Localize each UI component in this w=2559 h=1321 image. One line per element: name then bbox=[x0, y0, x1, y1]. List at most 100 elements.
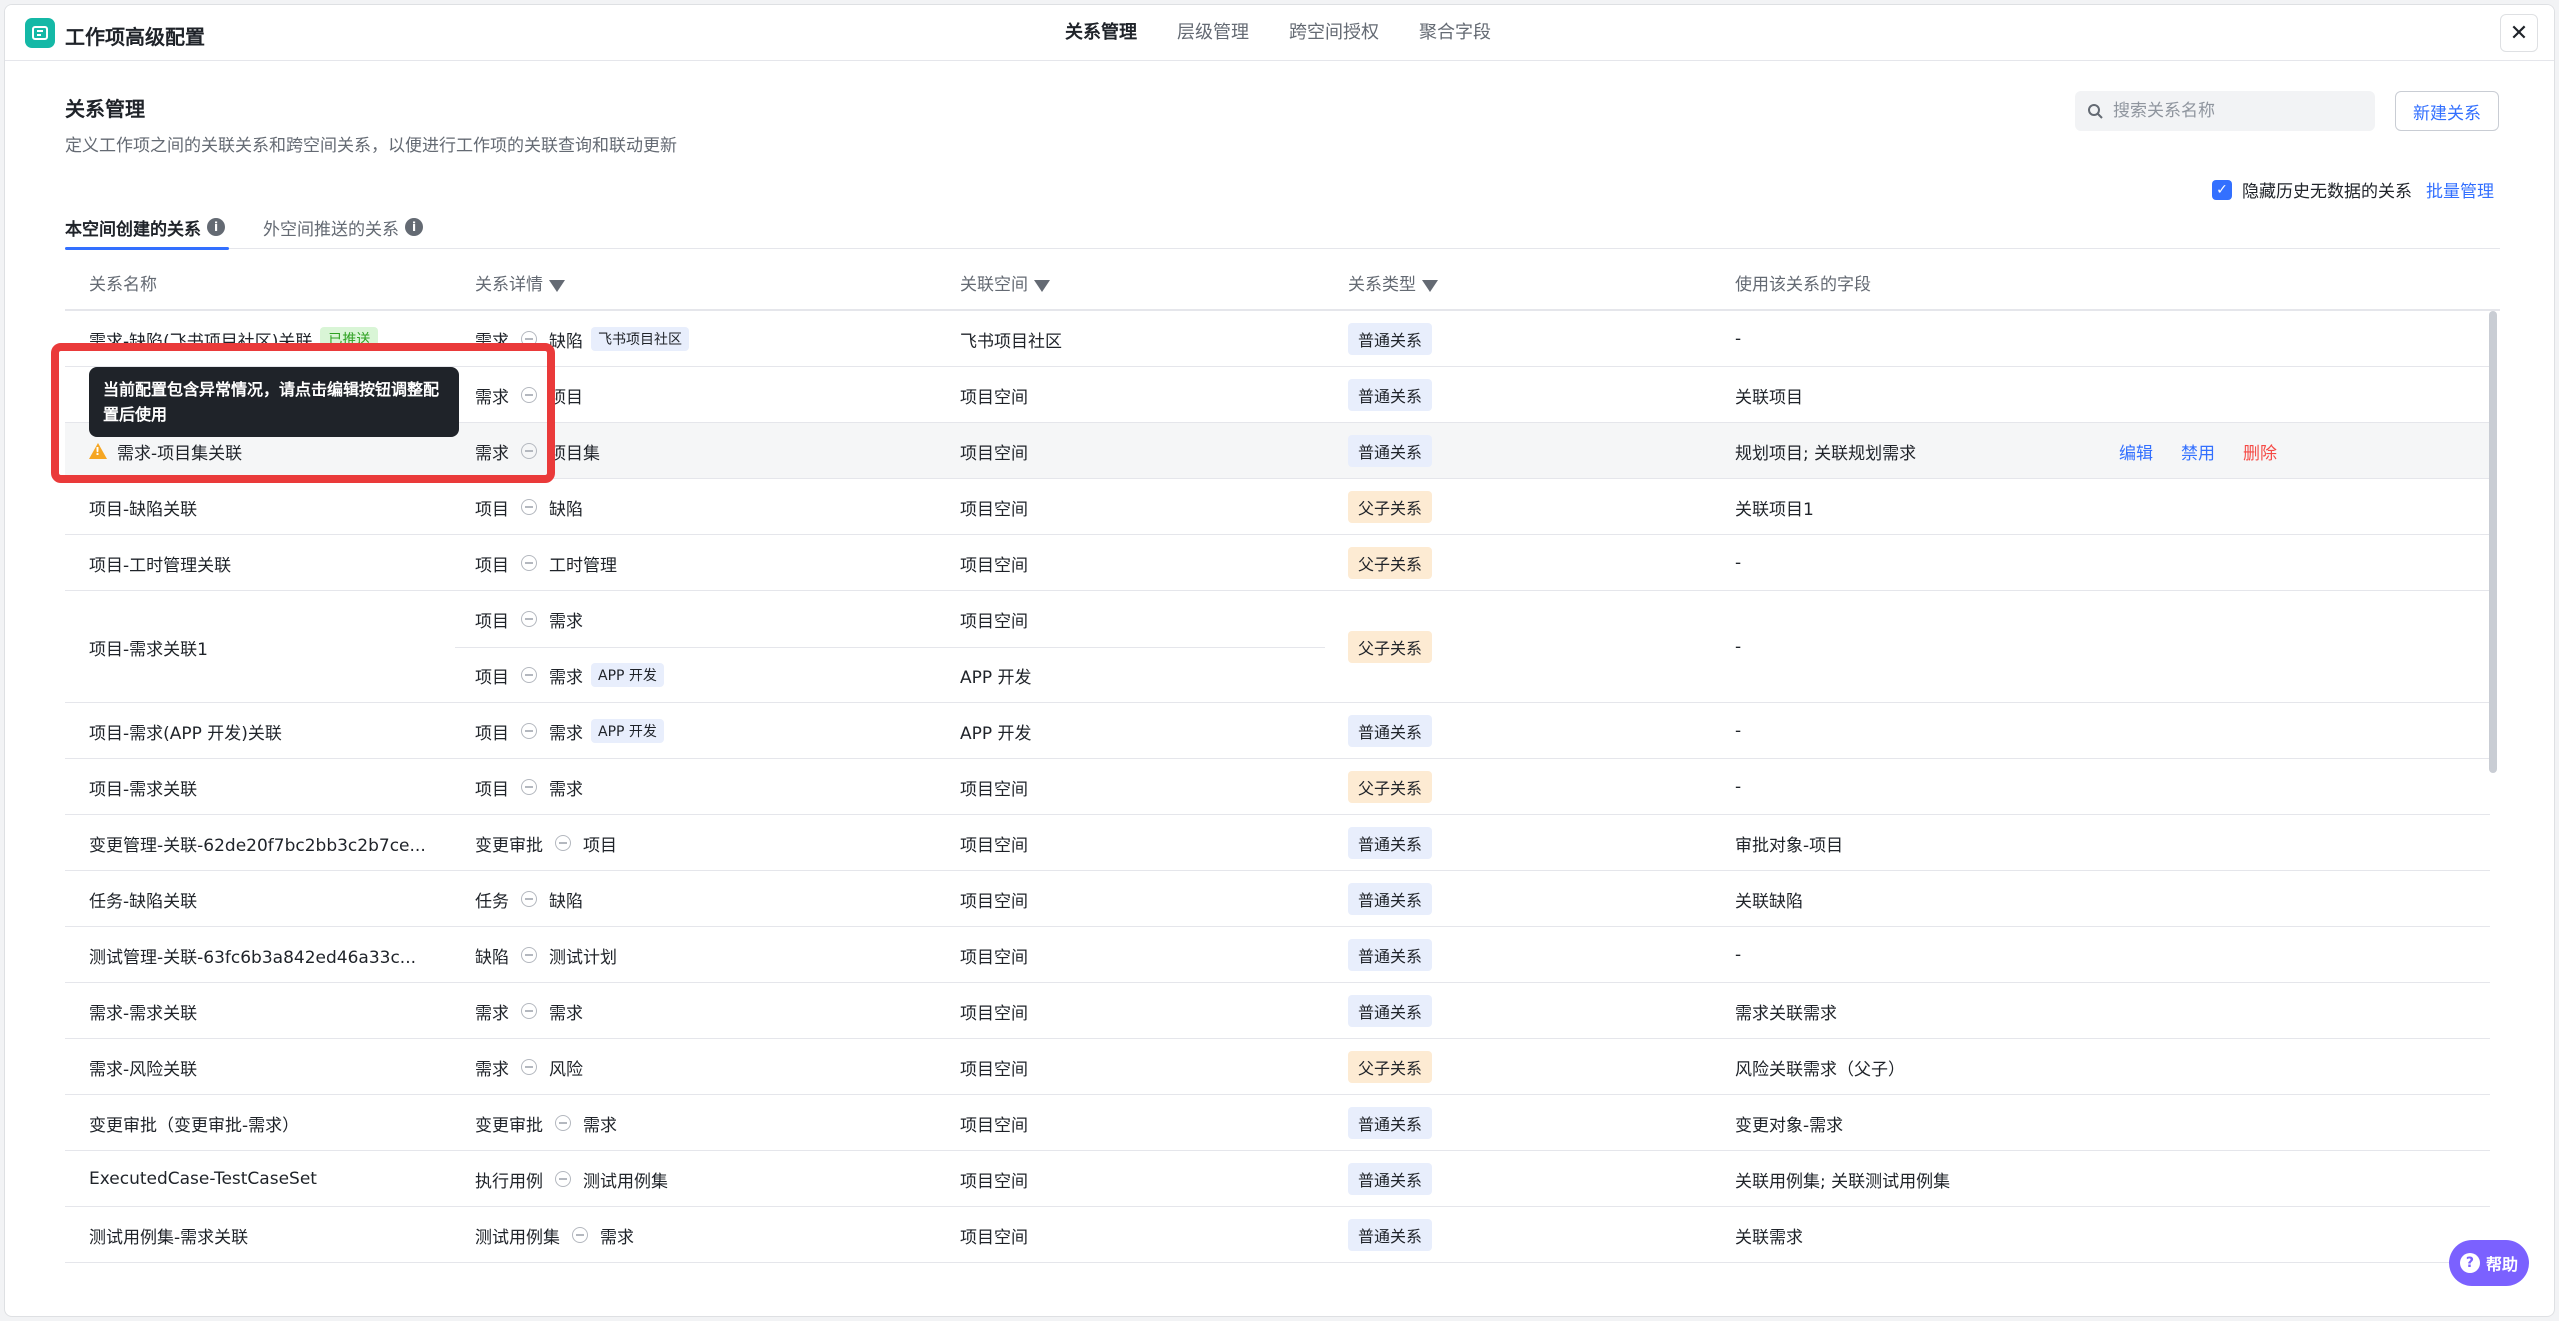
filter-icon[interactable] bbox=[549, 280, 565, 292]
space-tag: 飞书项目社区 bbox=[591, 327, 689, 351]
relation-type-badge: 普通关系 bbox=[1348, 323, 1433, 355]
batch-manage-link[interactable]: 批量管理 bbox=[2426, 177, 2494, 202]
table-row[interactable]: 变更管理-关联-62de20f7bc2bb3c2b7ce... 变更审批 项目 项目空… bbox=[65, 815, 2490, 871]
used-fields: 规划项目; 关联规划需求 bbox=[1735, 443, 1917, 464]
table-row[interactable]: 项目-需求关联 项目 需求 项目空间 父子关系 - bbox=[65, 759, 2490, 815]
top-bar: 工作项高级配置 关系管理 层级管理 跨空间授权 聚合字段 ✕ bbox=[5, 5, 2554, 61]
used-fields: 关联用例集; 关联测试用例集 bbox=[1735, 1171, 1951, 1192]
link-icon bbox=[521, 331, 537, 347]
relation-type-badge: 普通关系 bbox=[1348, 827, 1433, 859]
help-icon: ? bbox=[2459, 1253, 2480, 1273]
table-row[interactable]: 需求-需求关联 需求 需求 项目空间 普通关系 需求关联需求 bbox=[65, 983, 2490, 1039]
relation-detail: 需求 风险 bbox=[475, 1039, 945, 1095]
relation-type: 父子关系 bbox=[1348, 535, 1708, 591]
relation-type-badge: 父子关系 bbox=[1348, 631, 1433, 663]
related-space: 项目空间 bbox=[960, 1003, 1028, 1024]
used-fields: - bbox=[1735, 553, 1742, 573]
link-icon bbox=[572, 1227, 588, 1243]
warning-icon bbox=[89, 443, 107, 459]
row-divider bbox=[455, 647, 1325, 648]
relation-name-text: 变更管理-关联-62de20f7bc2bb3c2b7ce... bbox=[89, 835, 426, 856]
relation-name: 项目-工时管理关联 bbox=[89, 535, 459, 591]
link-icon bbox=[521, 723, 537, 739]
relation-detail: 测试用例集 需求 bbox=[475, 1207, 945, 1263]
relation-type: 父子关系 bbox=[1348, 591, 1708, 703]
detail-from: 需求 bbox=[475, 1003, 509, 1024]
table-row[interactable]: 项目-缺陷关联 项目 缺陷 项目空间 父子关系 关联项目1 bbox=[65, 479, 2490, 535]
pushed-badge: 已推送 bbox=[320, 327, 379, 351]
relation-type-badge: 普通关系 bbox=[1348, 883, 1433, 915]
relation-type: 普通关系 bbox=[1348, 983, 1708, 1039]
table-row[interactable]: 项目-需求关联1 项目 需求 项目空间 项目 需求 APP 开发 APP 开发 父子关系 - bbox=[65, 591, 2490, 703]
relation-type: 普通关系 bbox=[1348, 703, 1708, 759]
tab-hierarchy-management[interactable]: 层级管理 bbox=[1177, 5, 1249, 61]
detail-from: 项目 bbox=[475, 499, 509, 520]
edit-button[interactable]: 编辑 bbox=[2119, 439, 2153, 464]
relation-detail: 执行用例 测试用例集 bbox=[475, 1151, 945, 1207]
table-row[interactable]: 变更审批（变更审批-需求） 变更审批 需求 项目空间 普通关系 变更对象-需求 bbox=[65, 1095, 2490, 1151]
search-input[interactable] bbox=[2113, 101, 2353, 121]
detail-to: 风险 bbox=[549, 1059, 583, 1080]
space-tag: APP 开发 bbox=[591, 719, 664, 743]
relation-type-badge: 父子关系 bbox=[1348, 1051, 1433, 1083]
relation-detail: 项目 需求 bbox=[475, 591, 945, 647]
relation-type: 普通关系 bbox=[1348, 1207, 1708, 1263]
relation-name-text: 需求-需求关联 bbox=[89, 1003, 198, 1024]
related-space: 项目空间 bbox=[960, 387, 1028, 408]
relation-name-text: 项目-需求关联 bbox=[89, 779, 198, 800]
tab-local-relations[interactable]: 本空间创建的关系 i bbox=[65, 205, 229, 250]
search-box[interactable] bbox=[2075, 91, 2375, 131]
relation-type: 普通关系 bbox=[1348, 815, 1708, 871]
relation-name: 变更管理-关联-62de20f7bc2bb3c2b7ce... bbox=[89, 815, 459, 871]
new-relation-button[interactable]: 新建关系 bbox=[2395, 91, 2499, 131]
hide-empty-checkbox[interactable]: ✓ bbox=[2212, 179, 2232, 200]
tab-external-relations[interactable]: 外空间推送的关系 i bbox=[263, 205, 427, 249]
related-space: 项目空间 bbox=[960, 443, 1028, 464]
tab-relation-management[interactable]: 关系管理 bbox=[1065, 5, 1137, 61]
table-row[interactable]: 任务-缺陷关联 任务 缺陷 项目空间 普通关系 关联缺陷 bbox=[65, 871, 2490, 927]
table-scrollbar[interactable] bbox=[2489, 311, 2497, 773]
detail-from: 项目 bbox=[475, 611, 509, 632]
filter-icon[interactable] bbox=[1034, 280, 1050, 292]
relation-type: 普通关系 bbox=[1348, 927, 1708, 983]
tab-aggregate-fields[interactable]: 聚合字段 bbox=[1419, 5, 1491, 61]
relation-detail: 项目 需求 APP 开发 bbox=[475, 703, 945, 759]
link-icon bbox=[521, 1059, 537, 1075]
relation-detail: 任务 缺陷 bbox=[475, 871, 945, 927]
detail-from: 项目 bbox=[475, 779, 509, 800]
relation-detail: 项目 需求 APP 开发 bbox=[475, 647, 945, 703]
table-row[interactable]: 需求-风险关联 需求 风险 项目空间 父子关系 风险关联需求（父子） bbox=[65, 1039, 2490, 1095]
close-button[interactable]: ✕ bbox=[2500, 14, 2538, 52]
info-icon[interactable]: i bbox=[405, 218, 423, 236]
help-button[interactable]: ? 帮助 bbox=[2449, 1240, 2529, 1286]
relation-type-badge: 普通关系 bbox=[1348, 995, 1433, 1027]
link-icon bbox=[521, 443, 537, 459]
filter-icon[interactable] bbox=[1422, 280, 1438, 292]
table-row[interactable]: 项目-需求(APP 开发)关联 项目 需求 APP 开发 APP 开发 普通关系 - bbox=[65, 703, 2490, 759]
relation-name: 需求-需求关联 bbox=[89, 983, 459, 1039]
table-row[interactable]: 测试用例集-需求关联 测试用例集 需求 项目空间 普通关系 关联需求 bbox=[65, 1207, 2490, 1263]
row-actions: 编辑 禁用 删除 bbox=[2119, 423, 2319, 479]
table-row[interactable]: ExecutedCase-TestCaseSet 执行用例 测试用例集 项目空间 普通关… bbox=[65, 1151, 2490, 1207]
table-row[interactable]: 项目-工时管理关联 项目 工时管理 项目空间 父子关系 - bbox=[65, 535, 2490, 591]
table-row[interactable]: 测试管理-关联-63fc6b3a842ed46a33c... 缺陷 测试计划 项目空间… bbox=[65, 927, 2490, 983]
related-space: APP 开发 bbox=[960, 723, 1032, 744]
related-space: 项目空间 bbox=[960, 947, 1028, 968]
used-fields: 关联需求 bbox=[1735, 1227, 1803, 1248]
link-icon bbox=[555, 835, 571, 851]
used-fields: 关联项目1 bbox=[1735, 499, 1814, 520]
relation-tabs: 本空间创建的关系 i 外空间推送的关系 i bbox=[65, 205, 2500, 250]
delete-button[interactable]: 删除 bbox=[2243, 439, 2277, 464]
disable-button[interactable]: 禁用 bbox=[2181, 439, 2215, 464]
relation-detail: 需求 项目集 bbox=[475, 423, 945, 479]
info-icon[interactable]: i bbox=[207, 218, 225, 236]
tab-cross-space-auth[interactable]: 跨空间授权 bbox=[1289, 5, 1379, 61]
related-space: 飞书项目社区 bbox=[960, 331, 1062, 352]
detail-from: 测试用例集 bbox=[475, 1227, 560, 1248]
relation-detail: 项目 工时管理 bbox=[475, 535, 945, 591]
relation-detail: 需求 缺陷 飞书项目社区 bbox=[475, 311, 945, 367]
table-row[interactable]: 需求-缺陷(飞书项目社区)关联 已推送 需求 缺陷 飞书项目社区 飞书项目社区 普通关系 - bbox=[65, 311, 2490, 367]
relation-type-badge: 普通关系 bbox=[1348, 1163, 1433, 1195]
link-icon bbox=[555, 1171, 571, 1187]
detail-to: 缺陷 bbox=[549, 499, 583, 520]
